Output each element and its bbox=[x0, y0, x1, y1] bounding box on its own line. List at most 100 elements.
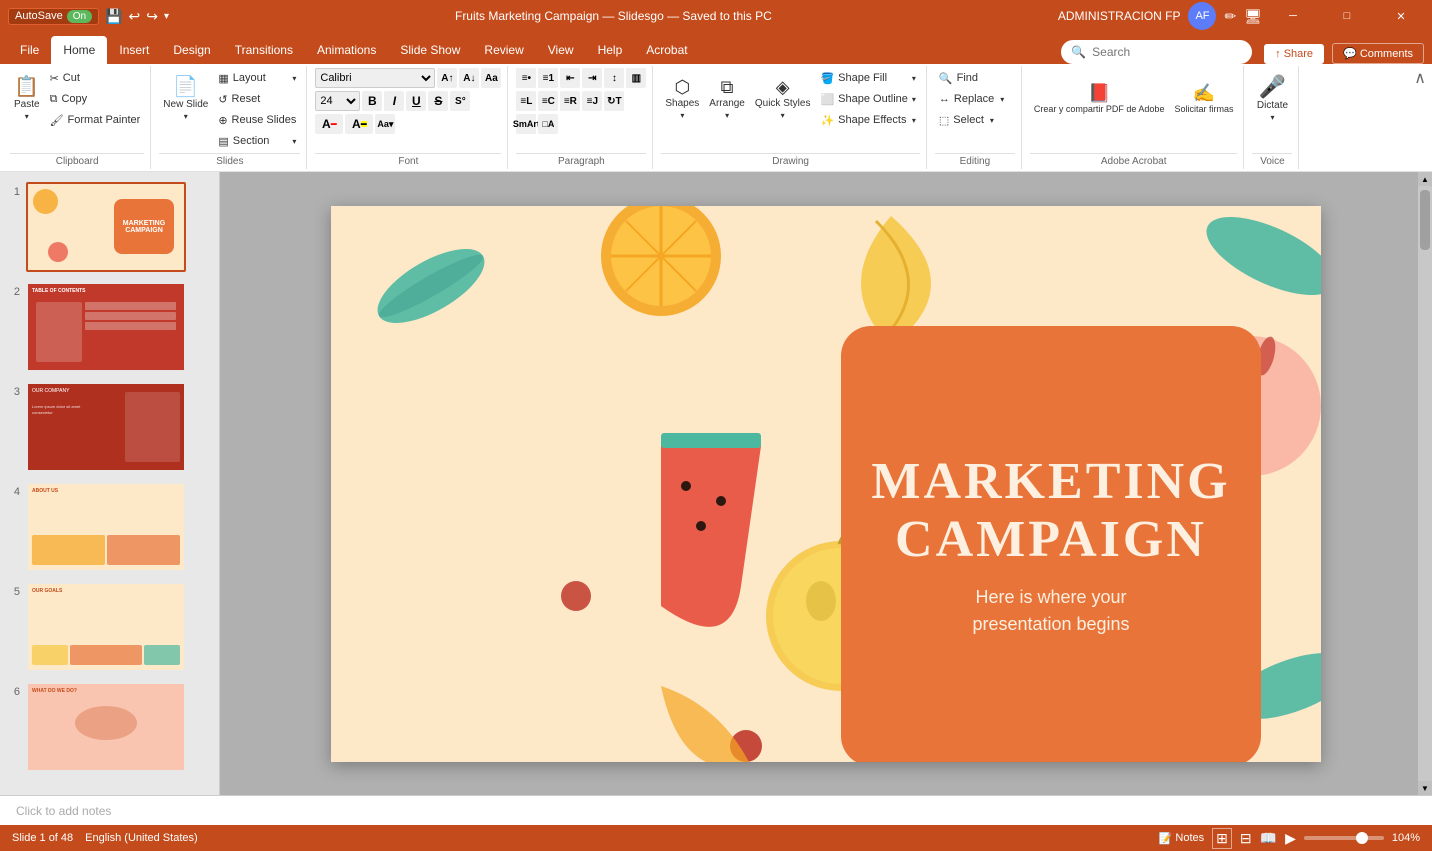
layout-dropdown[interactable]: ▾ bbox=[292, 74, 296, 83]
strikethrough-button[interactable]: S bbox=[428, 91, 448, 111]
slide-canvas[interactable]: MARKETING CAMPAIGN Here is where yourpre… bbox=[331, 206, 1321, 762]
avatar[interactable]: AF bbox=[1188, 2, 1216, 30]
shape-outline-dropdown[interactable]: ▾ bbox=[912, 95, 916, 104]
reading-view-button[interactable]: 📖 bbox=[1260, 830, 1277, 847]
columns-button[interactable]: ▥ bbox=[626, 68, 646, 88]
align-right-button[interactable]: ≡R bbox=[560, 91, 580, 111]
shape-outline-button[interactable]: ⬜ Shape Outline ▾ bbox=[816, 89, 919, 109]
increase-font-button[interactable]: A↑ bbox=[437, 68, 457, 88]
scroll-down-button[interactable]: ▼ bbox=[1418, 781, 1432, 795]
italic-button[interactable]: I bbox=[384, 91, 404, 111]
slide-thumb-6[interactable]: 6 WHAT DO WE DO? bbox=[4, 680, 215, 774]
search-input[interactable] bbox=[1092, 45, 1242, 59]
redo-icon[interactable]: ↪ bbox=[146, 8, 158, 25]
autosave-toggle[interactable]: On bbox=[67, 10, 92, 23]
quick-styles-button[interactable]: ◈ Quick Styles ▾ bbox=[751, 68, 815, 130]
format-painter-button[interactable]: 🖌 Format Painter bbox=[46, 110, 145, 130]
notes-area[interactable]: Click to add notes bbox=[0, 795, 1432, 825]
share-button[interactable]: ↑ Share bbox=[1264, 44, 1324, 64]
find-button[interactable]: 🔍 Find bbox=[935, 68, 1015, 88]
font-family-select[interactable]: Calibri bbox=[315, 68, 435, 88]
shape-effects-dropdown[interactable]: ▾ bbox=[912, 116, 916, 125]
text-box-button[interactable]: □A bbox=[538, 114, 558, 134]
pen-icon[interactable]: ✏ bbox=[1224, 8, 1236, 25]
bullets-button[interactable]: ≡• bbox=[516, 68, 536, 88]
slide-thumb-5[interactable]: 5 OUR GOALS bbox=[4, 580, 215, 674]
paste-button[interactable]: 📋 Paste ▾ bbox=[10, 68, 44, 130]
dictate-button[interactable]: 🎤 Dictate ▾ bbox=[1252, 68, 1292, 130]
tab-home[interactable]: Home bbox=[51, 36, 107, 64]
maximize-button[interactable]: □ bbox=[1324, 0, 1370, 32]
text-direction-button[interactable]: ↻T bbox=[604, 91, 624, 111]
shadow-button[interactable]: S° bbox=[450, 91, 470, 111]
slide-img-6[interactable]: WHAT DO WE DO? bbox=[26, 682, 186, 772]
section-button[interactable]: ▤ Section ▾ bbox=[214, 131, 300, 151]
text-highlight-button[interactable]: A▬ bbox=[345, 114, 373, 134]
align-center-button[interactable]: ≡C bbox=[538, 91, 558, 111]
slide-sorter-button[interactable]: ⊟ bbox=[1240, 830, 1252, 847]
tab-slideshow[interactable]: Slide Show bbox=[388, 36, 472, 64]
notes-button[interactable]: 📝 Notes bbox=[1159, 832, 1204, 845]
scroll-up-button[interactable]: ▲ bbox=[1418, 172, 1432, 186]
slide-thumb-2[interactable]: 2 TABLE OF CONTENTS bbox=[4, 280, 215, 374]
slide-img-2[interactable]: TABLE OF CONTENTS bbox=[26, 282, 186, 372]
increase-indent-button[interactable]: ⇥ bbox=[582, 68, 602, 88]
search-box[interactable]: 🔍 bbox=[1061, 40, 1252, 64]
scroll-thumb[interactable] bbox=[1420, 190, 1430, 250]
save-icon[interactable]: 💾 bbox=[105, 8, 122, 25]
select-button[interactable]: ⬚ Select ▾ bbox=[935, 110, 1015, 130]
comments-button[interactable]: 💬 Comments bbox=[1332, 43, 1424, 64]
justify-button[interactable]: ≡J bbox=[582, 91, 602, 111]
paste-dropdown[interactable]: ▾ bbox=[25, 112, 29, 121]
shape-fill-dropdown[interactable]: ▾ bbox=[912, 74, 916, 83]
font-color-button[interactable]: A▬ bbox=[315, 114, 343, 134]
request-sig-button[interactable]: ✍ Solicitar firmas bbox=[1170, 68, 1237, 130]
shape-effects-button[interactable]: ✨ Shape Effects ▾ bbox=[816, 110, 919, 130]
numbering-button[interactable]: ≡1 bbox=[538, 68, 558, 88]
tab-design[interactable]: Design bbox=[161, 36, 222, 64]
presenter-view-button[interactable]: ▶ bbox=[1285, 830, 1296, 847]
create-pdf-button[interactable]: 📕 Crear y compartir PDF de Adobe bbox=[1030, 68, 1169, 130]
shape-fill-button[interactable]: 🪣 Shape Fill ▾ bbox=[816, 68, 919, 88]
align-left-button[interactable]: ≡L bbox=[516, 91, 536, 111]
tab-insert[interactable]: Insert bbox=[107, 36, 161, 64]
section-dropdown[interactable]: ▾ bbox=[292, 137, 296, 146]
line-spacing-button[interactable]: ↕ bbox=[604, 68, 624, 88]
cut-button[interactable]: ✂ Cut bbox=[46, 68, 145, 88]
underline-button[interactable]: U bbox=[406, 91, 426, 111]
quick-styles-dropdown[interactable]: ▾ bbox=[781, 111, 785, 120]
dictate-dropdown[interactable]: ▾ bbox=[1270, 113, 1274, 122]
tab-view[interactable]: View bbox=[536, 36, 586, 64]
tab-help[interactable]: Help bbox=[586, 36, 635, 64]
arrange-dropdown[interactable]: ▾ bbox=[725, 111, 729, 120]
tab-review[interactable]: Review bbox=[472, 36, 535, 64]
shapes-dropdown[interactable]: ▾ bbox=[680, 111, 684, 120]
slide-title-box[interactable]: MARKETING CAMPAIGN Here is where yourpre… bbox=[841, 326, 1261, 762]
decrease-indent-button[interactable]: ⇤ bbox=[560, 68, 580, 88]
tab-transitions[interactable]: Transitions bbox=[223, 36, 305, 64]
slide-thumb-1[interactable]: 1 MARKETINGCAMPAIGN bbox=[4, 180, 215, 274]
new-slide-dropdown[interactable]: ▾ bbox=[184, 112, 188, 121]
close-button[interactable]: ✕ bbox=[1378, 0, 1424, 32]
tab-acrobat[interactable]: Acrobat bbox=[634, 36, 699, 64]
slide-img-5[interactable]: OUR GOALS bbox=[26, 582, 186, 672]
font-size-select[interactable]: 24 bbox=[315, 91, 360, 111]
minimize-button[interactable]: ─ bbox=[1270, 0, 1316, 32]
layout-button[interactable]: ▦ Layout ▾ bbox=[214, 68, 300, 88]
slide-thumb-4[interactable]: 4 ABOUT US bbox=[4, 480, 215, 574]
select-dropdown[interactable]: ▾ bbox=[990, 116, 994, 125]
slide-img-3[interactable]: OUR COMPANY Lorem ipsum dolor sit amet c… bbox=[26, 382, 186, 472]
replace-dropdown[interactable]: ▾ bbox=[1000, 95, 1004, 104]
new-slide-button[interactable]: 📄 New Slide ▾ bbox=[159, 68, 212, 130]
arrange-button[interactable]: ⧉ Arrange ▾ bbox=[705, 68, 749, 130]
undo-icon[interactable]: ↩ bbox=[128, 8, 140, 25]
decrease-font-button[interactable]: A↓ bbox=[459, 68, 479, 88]
slide-img-4[interactable]: ABOUT US bbox=[26, 482, 186, 572]
replace-button[interactable]: ↔ Replace ▾ bbox=[935, 89, 1015, 109]
shapes-button[interactable]: ⬡ Shapes ▾ bbox=[661, 68, 703, 130]
slide-thumb-3[interactable]: 3 OUR COMPANY Lorem ipsum dolor sit amet… bbox=[4, 380, 215, 474]
slide-img-1[interactable]: MARKETINGCAMPAIGN bbox=[26, 182, 186, 272]
monitor-icon[interactable]: 🖥 bbox=[1244, 8, 1262, 25]
reuse-slides-button[interactable]: ⊕ Reuse Slides bbox=[214, 110, 300, 130]
normal-view-button[interactable]: ⊞ bbox=[1212, 828, 1232, 849]
